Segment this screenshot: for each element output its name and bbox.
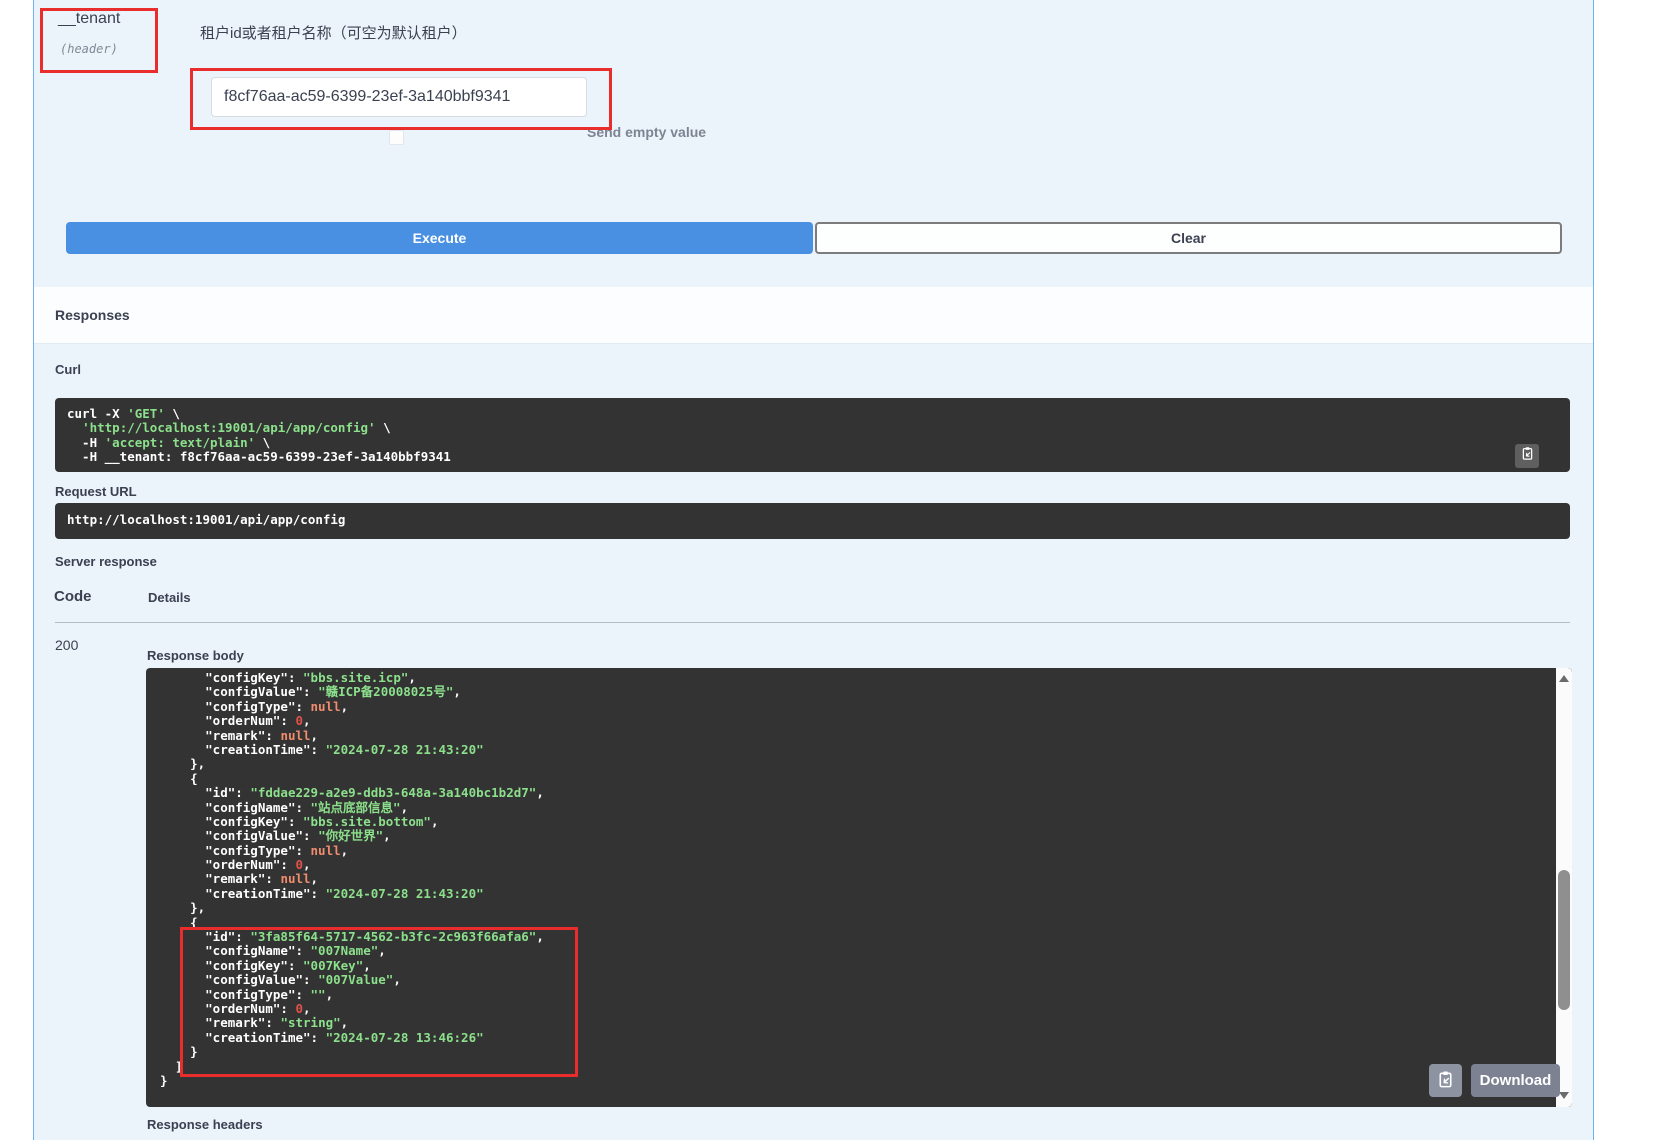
- scrollbar-thumb[interactable]: [1558, 870, 1570, 1010]
- clipboard-icon: [1520, 446, 1535, 466]
- scroll-up-arrow-icon[interactable]: [1559, 675, 1569, 682]
- curl-label: Curl: [55, 362, 81, 377]
- scroll-down-arrow-icon[interactable]: [1559, 1092, 1569, 1099]
- copy-curl-button[interactable]: [1515, 444, 1539, 468]
- parameter-description: 租户id或者租户名称（可空为默认租户）: [200, 22, 467, 43]
- status-code: 200: [55, 637, 78, 653]
- opblock-body: __tenant (header) 租户id或者租户名称（可空为默认租户） Se…: [33, 0, 1594, 1140]
- send-empty-value-checkbox[interactable]: [389, 130, 404, 145]
- table-divider: [55, 622, 1570, 623]
- response-body-label: Response body: [147, 648, 244, 663]
- swagger-operation-page: __tenant (header) 租户id或者租户名称（可空为默认租户） Se…: [0, 0, 1667, 1140]
- copy-response-button[interactable]: [1429, 1064, 1462, 1097]
- clipboard-icon: [1436, 1070, 1455, 1092]
- annotation-box-input: [190, 68, 612, 130]
- code-column-header: Code: [54, 588, 92, 605]
- server-response-label: Server response: [55, 554, 157, 569]
- annotation-box-param-name: [40, 8, 158, 73]
- download-button[interactable]: Download: [1471, 1064, 1560, 1097]
- request-url-label: Request URL: [55, 484, 137, 499]
- responses-section-header: Responses: [34, 287, 1593, 344]
- request-url-block: http://localhost:19001/api/app/config: [55, 503, 1570, 539]
- annotation-box-json-object: [180, 927, 578, 1077]
- response-body-scrollbar[interactable]: [1556, 668, 1572, 1107]
- details-column-header: Details: [148, 590, 191, 605]
- execute-button[interactable]: Execute: [66, 222, 813, 254]
- clear-button[interactable]: Clear: [815, 222, 1562, 254]
- curl-command-block[interactable]: curl -X 'GET' \ 'http://localhost:19001/…: [55, 398, 1570, 472]
- responses-title: Responses: [55, 307, 130, 323]
- response-headers-label: Response headers: [147, 1117, 263, 1132]
